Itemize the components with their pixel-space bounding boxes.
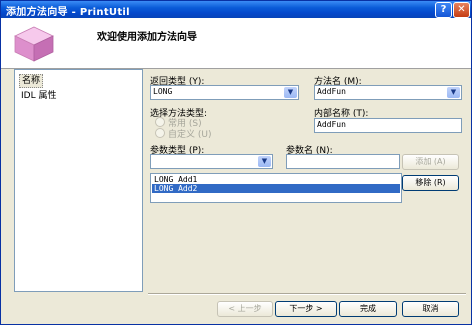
remove-param-button[interactable]: 移除 (R) <box>402 175 459 191</box>
add-param-button[interactable]: 添加 (A) <box>402 154 459 170</box>
cancel-button[interactable]: 取消 <box>402 301 459 317</box>
finish-button[interactable]: 完成 <box>339 301 397 317</box>
chevron-down-icon[interactable]: ▼ <box>258 156 271 167</box>
nav-item-idl-attributes[interactable]: IDL 属性 <box>19 90 58 102</box>
radio-custom-label: 自定义 (U) <box>168 130 212 140</box>
cube-icon <box>14 26 54 62</box>
method-name-combo[interactable]: AddFun ▼ <box>314 85 462 100</box>
param-name-input[interactable] <box>286 154 400 169</box>
wizard-header: 欢迎使用添加方法向导 <box>1 18 471 69</box>
internal-name-input[interactable]: AddFun <box>314 118 462 133</box>
list-item[interactable]: LONG Add1 <box>152 175 400 184</box>
wizard-nav-panel: 名称 IDL 属性 <box>14 69 143 292</box>
param-list[interactable]: LONG Add1 LONG Add2 <box>150 173 402 203</box>
header-title: 欢迎使用添加方法向导 <box>97 32 197 43</box>
add-method-wizard-window: 添加方法向导 - PrintUtil ? ✕ 欢迎使用添加方法向导 名称 IDL… <box>0 0 472 325</box>
radio-dot <box>155 117 165 127</box>
list-item[interactable]: LONG Add2 <box>152 184 400 193</box>
chevron-down-icon[interactable]: ▼ <box>447 87 460 98</box>
back-button[interactable]: < 上一步 <box>217 301 273 317</box>
return-type-value: LONG <box>153 87 173 96</box>
param-type-combo[interactable]: ▼ <box>150 154 273 169</box>
window-title: 添加方法向导 - PrintUtil <box>6 7 130 18</box>
title-bar[interactable]: 添加方法向导 - PrintUtil ? ✕ <box>1 1 471 18</box>
radio-dot <box>155 128 165 138</box>
chevron-down-icon[interactable]: ▼ <box>284 87 297 98</box>
radio-custom[interactable]: 自定义 (U) <box>155 127 211 140</box>
return-type-combo[interactable]: LONG ▼ <box>150 85 299 100</box>
nav-item-name[interactable]: 名称 <box>19 74 44 88</box>
next-button[interactable]: 下一步 > <box>275 301 337 317</box>
help-button[interactable]: ? <box>435 2 452 18</box>
method-name-value: AddFun <box>317 87 346 96</box>
internal-name-value: AddFun <box>317 120 346 129</box>
close-button[interactable]: ✕ <box>453 2 470 18</box>
footer-divider <box>148 293 466 295</box>
